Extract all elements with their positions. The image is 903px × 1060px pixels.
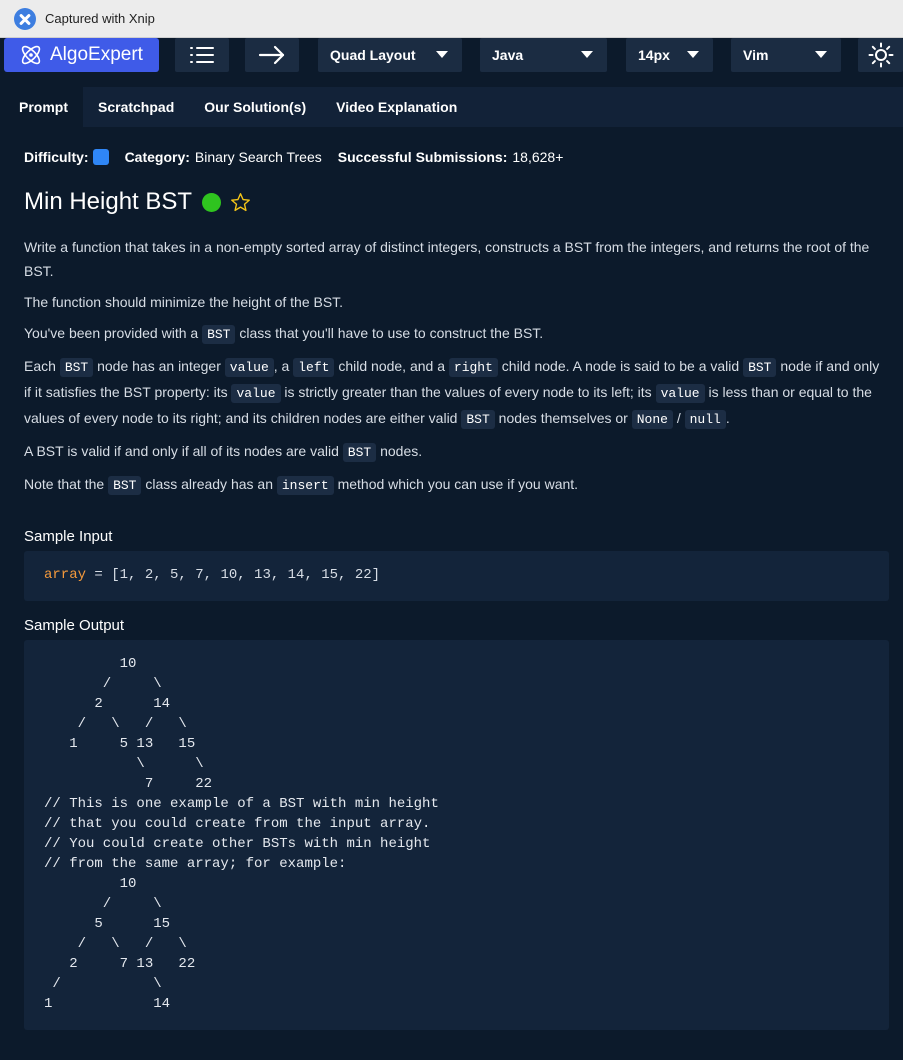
capture-bar: Captured with Xnip — [0, 0, 903, 38]
inline-code: BST — [108, 476, 142, 495]
text: child node. A node is said to be a valid — [497, 358, 744, 374]
text: class that you'll have to use to constru… — [235, 325, 544, 341]
inline-code: None — [631, 410, 673, 429]
text: is strictly greater than the values of e… — [280, 384, 656, 400]
atom-icon — [21, 45, 41, 65]
keymap-select-value: Vim — [743, 47, 769, 63]
inline-code: left — [293, 358, 335, 377]
output-comment: // This is one example of a BST with min… — [44, 796, 439, 872]
inline-code: BST — [59, 358, 94, 377]
inline-code: value — [655, 384, 705, 403]
category-label: Category: — [124, 149, 190, 165]
text: / — [672, 410, 685, 426]
completed-status-icon — [202, 192, 222, 212]
output-tree: 10 / \ 5 15 / \ / \ 2 7 13 22 / \ 1 14 — [44, 876, 196, 1012]
theme-toggle-button[interactable] — [858, 38, 903, 72]
chevron-down-icon — [581, 51, 593, 58]
text: node has an integer — [93, 358, 225, 374]
difficulty-label: Difficulty: — [24, 149, 89, 165]
brand-name: AlgoExpert — [50, 44, 143, 65]
xnip-logo-icon — [14, 7, 36, 30]
prompt-paragraph: A BST is valid if and only if all of its… — [24, 439, 889, 465]
inline-code: insert — [276, 476, 334, 495]
language-select[interactable]: Java — [480, 38, 607, 72]
text: A BST is valid if and only if all of its… — [24, 443, 343, 459]
inline-code: value — [231, 384, 281, 403]
prompt-paragraph: Note that the BST class already has an i… — [24, 472, 889, 498]
inline-code: BST — [202, 325, 236, 344]
problems-list-button[interactable] — [175, 38, 229, 72]
keymap-select[interactable]: Vim — [731, 38, 841, 72]
difficulty-badge — [92, 149, 109, 165]
inline-code: BST — [342, 443, 377, 462]
tab-video-explanation[interactable]: Video Explanation — [321, 87, 472, 127]
next-question-button[interactable] — [245, 38, 299, 72]
sample-input-heading: Sample Input — [24, 528, 113, 545]
inline-code: value — [224, 358, 274, 377]
capture-label: Captured with Xnip — [45, 11, 155, 26]
layout-select-value: Quad Layout — [330, 47, 416, 63]
arrow-right-icon — [258, 45, 285, 65]
text: class already has an — [141, 476, 277, 492]
text: nodes. — [376, 443, 423, 459]
inline-code: right — [448, 358, 498, 377]
tab-prompt[interactable]: Prompt — [4, 87, 83, 127]
category-value: Binary Search Trees — [194, 149, 322, 165]
question-meta: Difficulty: Category: Binary Search Tree… — [24, 140, 889, 174]
prompt-paragraph: You've been provided with a BST class th… — [24, 321, 889, 347]
chevron-down-icon — [436, 51, 448, 58]
font-size-select[interactable]: 14px — [626, 38, 713, 72]
output-tree: 10 / \ 2 14 / \ / \ 1 5 13 15 \ \ 7 22 — [69, 656, 213, 792]
sun-icon — [868, 42, 893, 68]
chevron-down-icon — [687, 51, 699, 58]
text: Note that the — [24, 476, 109, 492]
layout-select[interactable]: Quad Layout — [318, 38, 462, 72]
inline-code: BST — [461, 410, 495, 429]
text: . — [725, 410, 730, 426]
prompt-paragraph: The function should minimize the height … — [24, 294, 344, 310]
language-select-value: Java — [492, 47, 524, 63]
panel-tabs: Prompt Scratchpad Our Solution(s) Video … — [4, 87, 903, 127]
submissions-label: Successful Submissions: — [337, 149, 508, 165]
input-variable: array — [44, 567, 87, 583]
input-value: = [1, 2, 5, 7, 10, 13, 14, 15, 22] — [86, 567, 381, 583]
inline-code: BST — [743, 358, 777, 377]
tab-our-solutions[interactable]: Our Solution(s) — [189, 87, 321, 127]
sample-output-heading: Sample Output — [24, 617, 125, 634]
sample-output-block: 10 / \ 2 14 / \ / \ 1 5 13 15 \ \ 7 22 /… — [24, 640, 889, 1030]
font-size-select-value: 14px — [638, 47, 670, 63]
inline-code: null — [684, 410, 726, 429]
tab-scratchpad[interactable]: Scratchpad — [83, 87, 189, 127]
title-row: Min Height BST — [24, 179, 889, 225]
prompt-paragraph: Each BST node has an integer value, a le… — [24, 354, 889, 432]
prompt-paragraph: Write a function that takes in a non-emp… — [24, 239, 870, 279]
brand-logo-button[interactable]: AlgoExpert — [4, 38, 159, 72]
text: nodes themselves or — [494, 410, 632, 426]
text: , a — [273, 358, 294, 374]
text: child node, and a — [334, 358, 449, 374]
star-icon[interactable] — [230, 192, 251, 213]
submissions-value: 18,628+ — [512, 149, 564, 165]
chevron-down-icon — [815, 51, 827, 58]
text: You've been provided with a — [24, 325, 203, 341]
text: Each — [24, 358, 60, 374]
prompt-panel: Difficulty: Category: Binary Search Tree… — [24, 140, 889, 1030]
text: method which you can use if you want. — [333, 476, 579, 492]
top-toolbar: AlgoExpert Quad Layout Java 14px Vim — [0, 38, 903, 76]
sample-input-block: array = [1, 2, 5, 7, 10, 13, 14, 15, 22] — [24, 551, 889, 601]
list-icon — [190, 47, 214, 63]
page-title: Min Height BST — [24, 188, 193, 215]
